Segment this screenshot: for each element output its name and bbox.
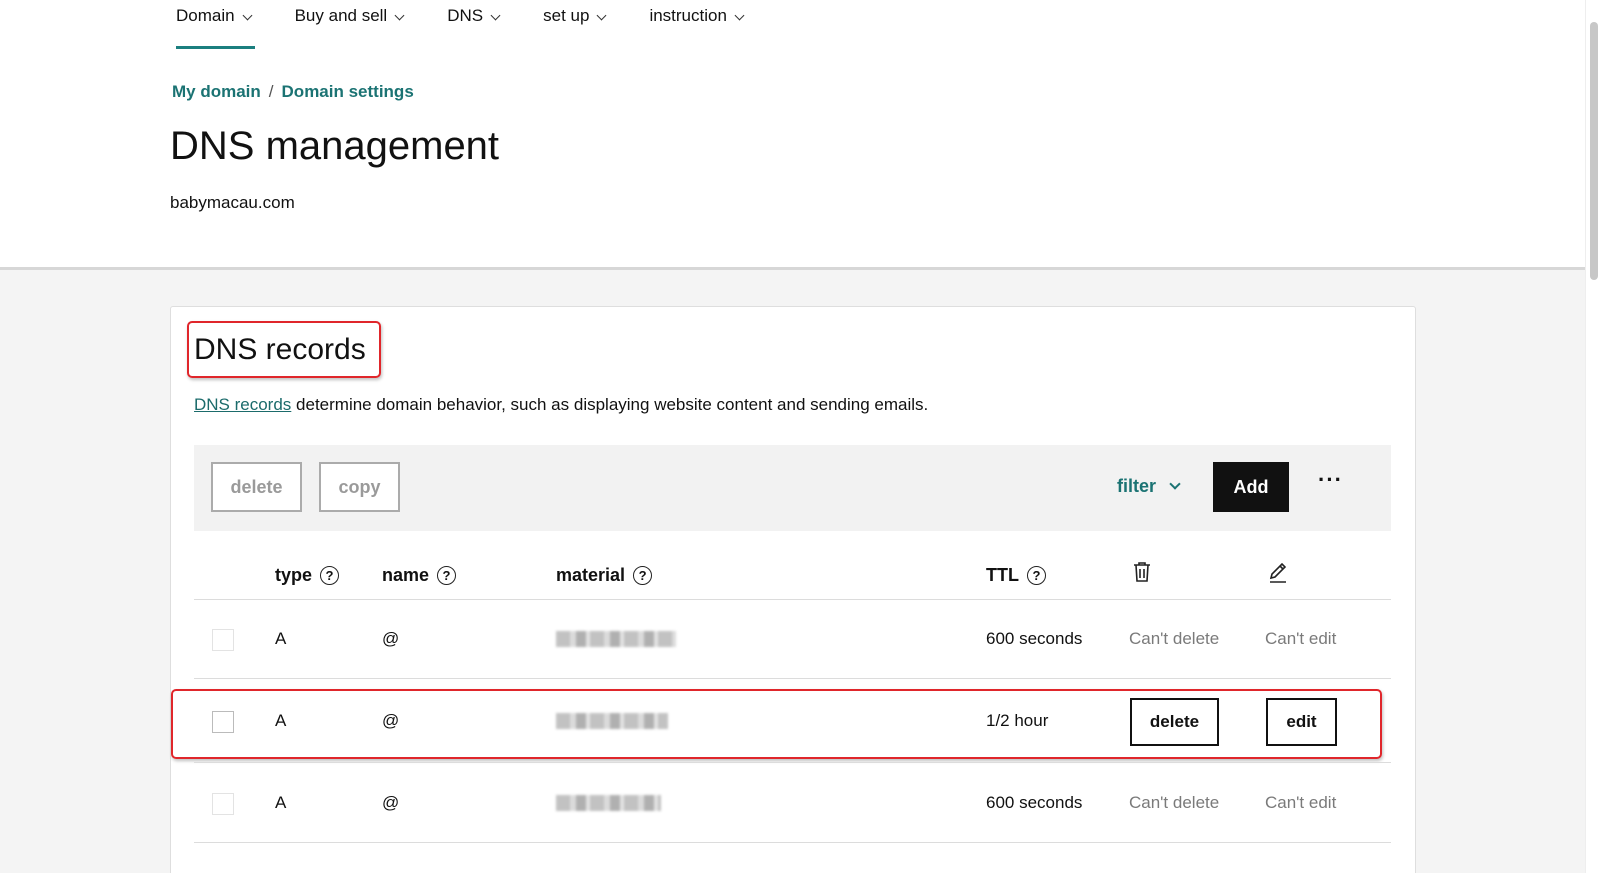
- nav-set-up-label: set up: [543, 6, 590, 25]
- description-text: determine domain behavior, such as displ…: [291, 395, 929, 414]
- chevron-down-icon: [394, 10, 405, 21]
- header-name: name?: [382, 565, 457, 586]
- filter-dropdown[interactable]: filter: [1117, 476, 1181, 497]
- header-ttl: TTL?: [986, 565, 1046, 586]
- scrollbar[interactable]: [1585, 0, 1600, 873]
- scrollbar-thumb[interactable]: [1590, 22, 1598, 280]
- row-divider: [194, 842, 1391, 843]
- cell-name: @: [382, 793, 400, 812]
- nav-instruction[interactable]: instruction: [649, 0, 745, 52]
- header-area: Domain Buy and sell DNS set up instructi…: [0, 0, 1585, 270]
- records-toolbar: delete copy filter Add ···: [194, 445, 1391, 531]
- nav-buy-and-sell[interactable]: Buy and sell: [294, 0, 405, 52]
- nav-buy-and-sell-label: Buy and sell: [294, 6, 388, 25]
- header-type: type?: [275, 565, 340, 586]
- row-divider: [194, 678, 1391, 679]
- cell-edit: Can't edit: [1265, 793, 1337, 812]
- cell-name: @: [382, 629, 400, 648]
- header-ttl-label: TTL: [986, 565, 1019, 585]
- cell-type: A: [275, 629, 287, 648]
- chevron-down-icon: [242, 10, 253, 21]
- cell-ttl: 1/2 hour: [986, 711, 1049, 730]
- row-delete-button[interactable]: delete: [1130, 698, 1219, 746]
- help-icon[interactable]: ?: [320, 566, 340, 585]
- breadcrumb-my-domain[interactable]: My domain: [172, 82, 261, 102]
- trash-icon: [1134, 562, 1150, 582]
- nav-set-up[interactable]: set up: [543, 0, 607, 52]
- cell-type: A: [275, 793, 287, 812]
- dns-records-card: DNS records DNS records determine domain…: [170, 306, 1416, 873]
- title-highlight-box: [187, 321, 381, 378]
- cell-ttl: 600 seconds: [986, 793, 1083, 812]
- row-checkbox[interactable]: [212, 629, 234, 651]
- chevron-down-icon: [490, 10, 501, 21]
- help-icon[interactable]: ?: [633, 566, 653, 585]
- breadcrumb-separator: /: [268, 82, 274, 101]
- nav-domain-label: Domain: [176, 6, 235, 25]
- cell-delete: Can't delete: [1129, 793, 1220, 812]
- pencil-icon: [1269, 562, 1287, 583]
- filter-label: filter: [1117, 476, 1157, 496]
- help-icon[interactable]: ?: [1027, 566, 1046, 585]
- page-title: DNS management: [170, 124, 500, 168]
- cell-ttl: 600 seconds: [986, 629, 1083, 648]
- nav-domain[interactable]: Domain: [176, 0, 255, 52]
- more-options-icon[interactable]: ···: [1318, 467, 1343, 493]
- domain-name: babymacau.com: [170, 193, 295, 212]
- redacted-value: [556, 631, 676, 647]
- dns-records-link[interactable]: DNS records: [194, 395, 291, 414]
- redacted-value: [556, 713, 668, 729]
- table-row: A @ 600 seconds Can't delete Can't edit: [194, 600, 1391, 678]
- chevron-down-icon: [734, 10, 745, 21]
- nav-dns-label: DNS: [447, 6, 484, 25]
- table-row: A @ 1/2 hour delete edit: [194, 682, 1391, 760]
- table-row: A @ 600 seconds Can't delete Can't edit: [194, 764, 1391, 842]
- bulk-copy-button[interactable]: copy: [319, 462, 400, 512]
- cell-name: @: [382, 711, 400, 730]
- cell-material: [556, 600, 676, 678]
- nav-instruction-label: instruction: [649, 6, 727, 25]
- cell-delete: Can't delete: [1129, 629, 1220, 648]
- breadcrumb-domain-settings[interactable]: Domain settings: [282, 82, 414, 102]
- cell-type: A: [275, 711, 287, 730]
- add-record-button[interactable]: Add: [1213, 462, 1289, 512]
- chevron-down-icon: [596, 10, 607, 21]
- row-edit-button[interactable]: edit: [1266, 698, 1337, 746]
- cell-material: [556, 764, 661, 842]
- help-icon[interactable]: ?: [437, 566, 457, 585]
- header-name-label: name: [382, 565, 430, 585]
- cell-edit: Can't edit: [1265, 629, 1337, 648]
- redacted-value: [556, 795, 661, 811]
- cell-material: [556, 682, 668, 760]
- bulk-delete-button[interactable]: delete: [211, 462, 302, 512]
- card-description: DNS records determine domain behavior, s…: [194, 395, 928, 415]
- header-material-label: material: [556, 565, 626, 585]
- row-checkbox[interactable]: [212, 793, 234, 815]
- row-checkbox[interactable]: [212, 711, 234, 733]
- nav-dns[interactable]: DNS: [447, 0, 501, 52]
- breadcrumb: My domain / Domain settings: [172, 82, 414, 102]
- chevron-down-icon: [1169, 478, 1181, 490]
- row-divider: [194, 762, 1391, 763]
- top-nav: Domain Buy and sell DNS set up instructi…: [176, 0, 787, 52]
- header-material: material?: [556, 565, 653, 586]
- header-type-label: type: [275, 565, 313, 585]
